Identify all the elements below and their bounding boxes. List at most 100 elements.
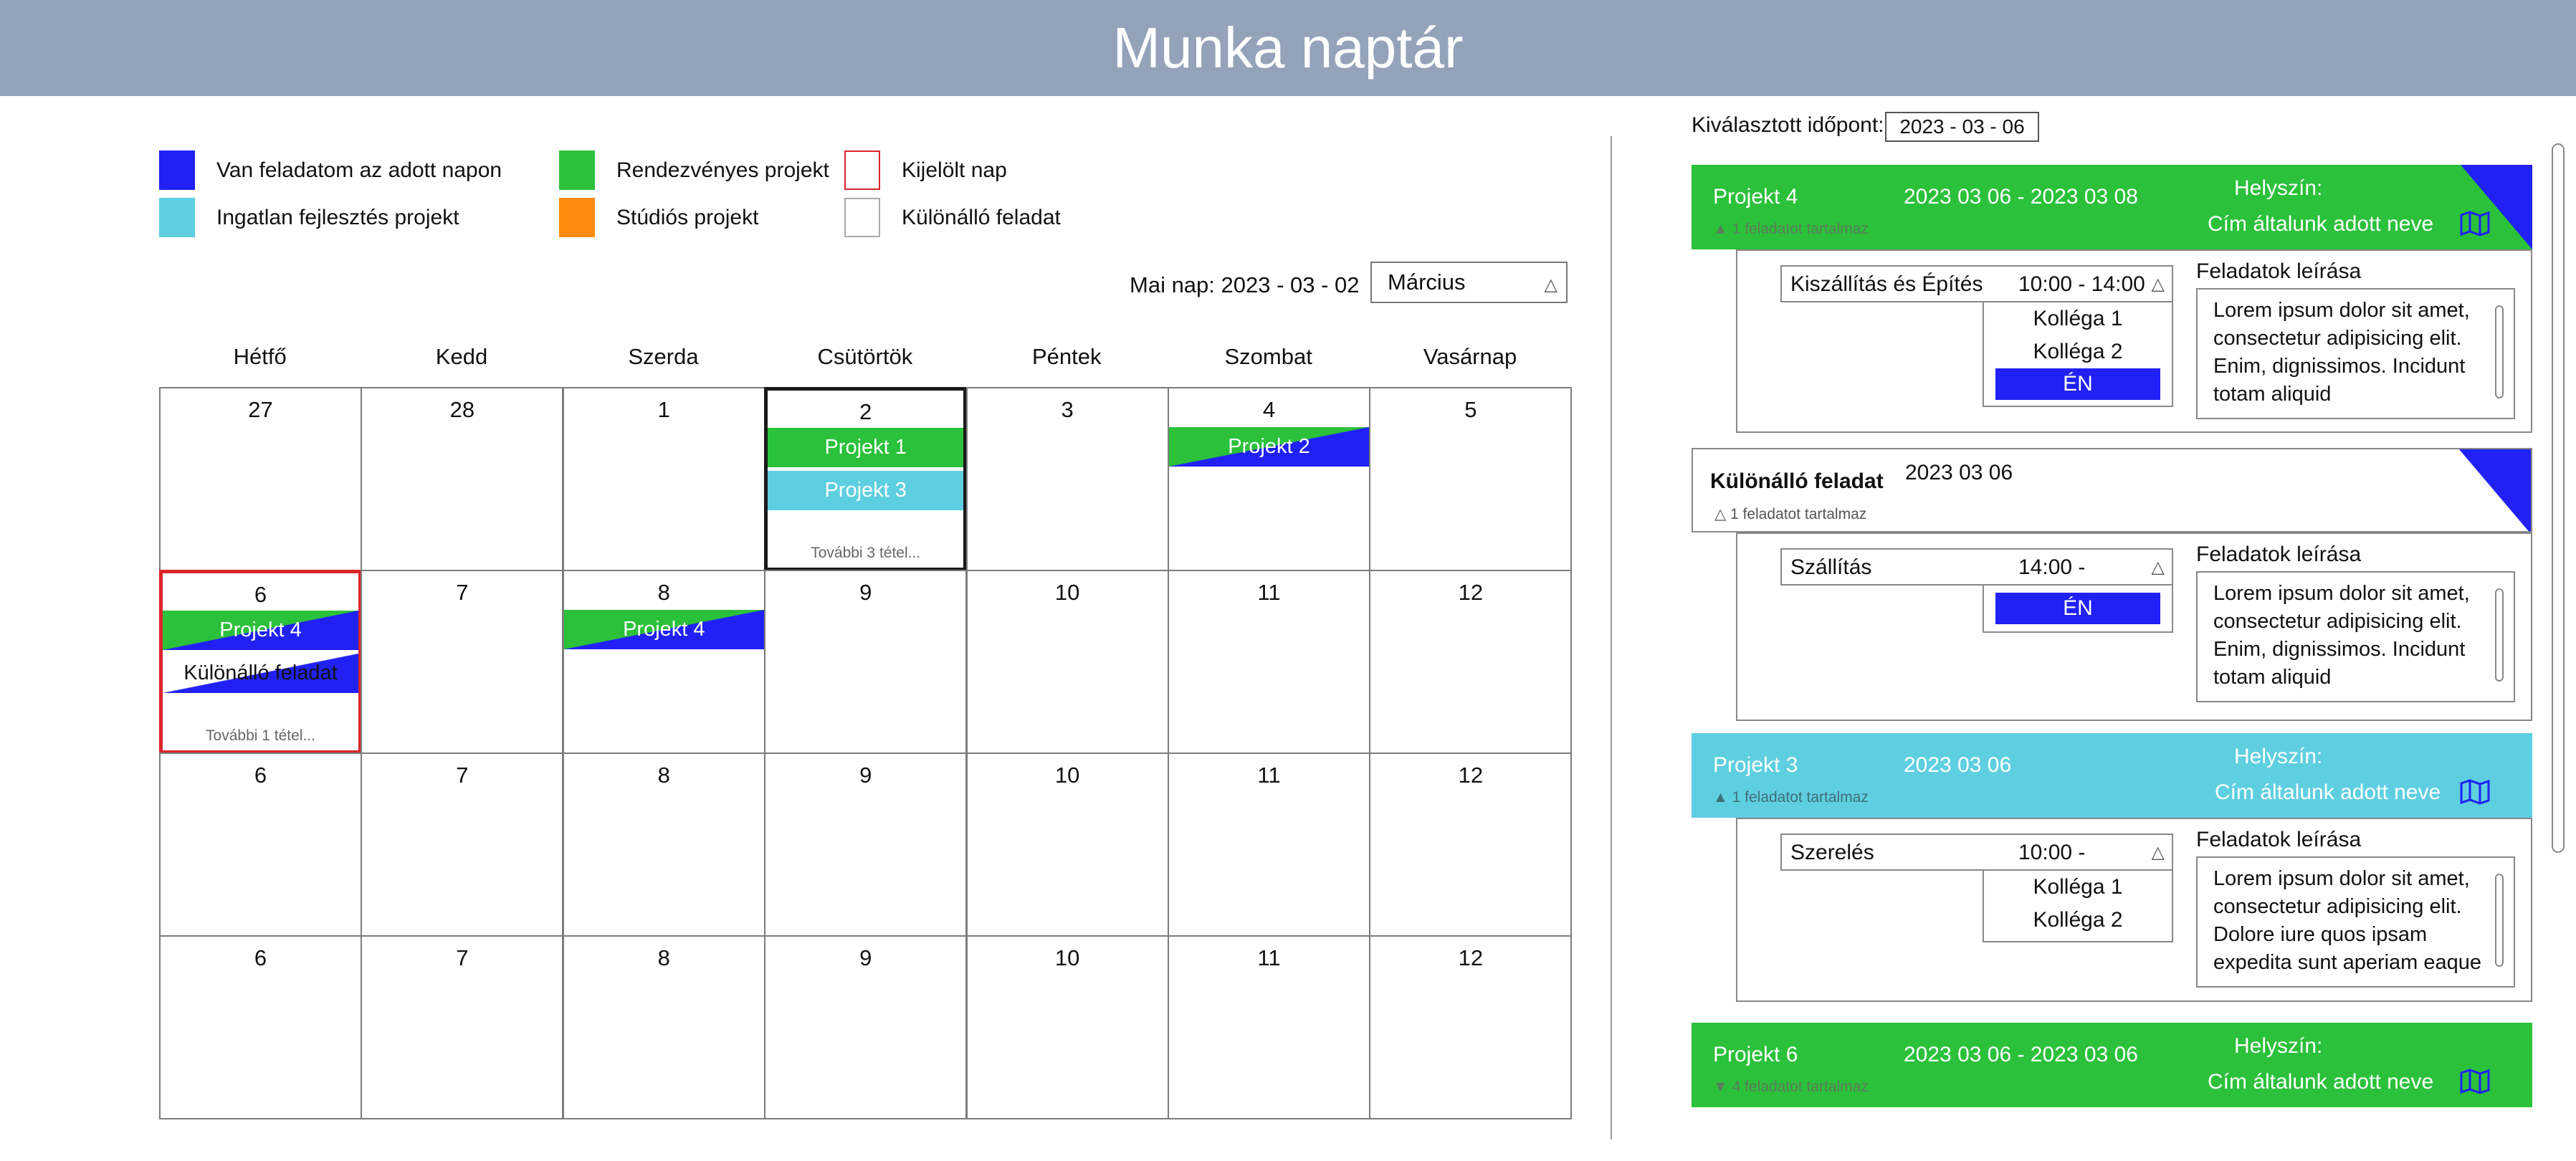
task-dropdown[interactable]: Szerelés 10:00 - △	[1780, 833, 2173, 871]
separate-task-card[interactable]: Különálló feladat 2023 03 06 △ 1 feladat…	[1692, 448, 2532, 532]
description-box[interactable]: Lorem ipsum dolor sit amet, consectetur …	[2196, 856, 2515, 988]
calendar-day-cell[interactable]: 4 Projekt 2	[1168, 387, 1370, 571]
card-location-label: Helyszín:	[2234, 176, 2323, 200]
description-scrollbar[interactable]	[2495, 874, 2504, 967]
task-dropdown[interactable]: Kiszállítás és Építés 10:00 - 14:00 △	[1780, 265, 2173, 302]
task-time: 10:00 - 14:00	[2018, 272, 2145, 296]
card-task-count[interactable]: ▲ 1 feladatot tartalmaz	[1713, 221, 1869, 238]
calendar-day-cell[interactable]: 7	[361, 570, 564, 754]
calendar-day-cell[interactable]: 9	[764, 752, 968, 937]
calendar-day-cell[interactable]: 2 Projekt 1 Projekt 3 További 3 tétel...	[764, 387, 968, 571]
more-items-link[interactable]: További 1 tétel...	[163, 727, 358, 745]
assignee-list: Kolléga 1 Kolléga 2	[1983, 871, 2173, 942]
legend-item-real-estate: Ingatlan fejlesztés projekt	[159, 198, 459, 237]
assignee: Kolléga 1	[2033, 875, 2123, 899]
calendar-day-cell[interactable]: 12	[1369, 570, 1573, 754]
selected-date-field[interactable]: 2023 - 03 - 06	[1885, 112, 2039, 142]
legend-swatch	[844, 150, 880, 190]
calendar-event[interactable]: Projekt 4	[163, 611, 358, 650]
project-card-projekt-6[interactable]: Projekt 6 2023 03 06 - 2023 03 06 Helysz…	[1692, 1023, 2532, 1107]
calendar-day-cell[interactable]: 1	[562, 387, 765, 571]
calendar-day-cell[interactable]: 5	[1369, 387, 1573, 571]
day-number: 12	[1458, 580, 1484, 605]
task-name: Szerelés	[1790, 841, 1874, 864]
description-box[interactable]: Lorem ipsum dolor sit amet, consectetur …	[2196, 571, 2515, 702]
description-scrollbar[interactable]	[2495, 588, 2504, 682]
card-name: Projekt 3	[1713, 753, 1798, 777]
calendar-event[interactable]: Projekt 1	[768, 428, 964, 467]
calendar-day-cell[interactable]: 10	[965, 935, 1169, 1119]
calendar-day-cell[interactable]: 11	[1168, 570, 1370, 754]
card-task-count[interactable]: ▼ 4 feladatot tartalmaz	[1713, 1079, 1869, 1096]
day-number: 9	[859, 580, 872, 605]
calendar-day-cell[interactable]: 28	[361, 387, 564, 571]
card-address: Cím általunk adott neve	[2208, 212, 2434, 236]
card-dates: 2023 03 06 - 2023 03 06	[1904, 1043, 2138, 1066]
description-scrollbar[interactable]	[2495, 305, 2504, 398]
legend-item-own-task: Van feladatom az adott napon	[159, 150, 502, 190]
legend-item-selected-day: Kijelölt nap	[844, 150, 1007, 190]
card-dates: 2023 03 06 - 2023 03 08	[1904, 185, 2138, 209]
card-task-count[interactable]: ▲ 1 feladatot tartalmaz	[1713, 789, 1869, 806]
calendar-day-cell[interactable]: 6 Projekt 4 Különálló feladat További 1 tét…	[159, 570, 362, 754]
project-card-projekt-4[interactable]: Projekt 4 2023 03 06 - 2023 03 08 Helysz…	[1692, 165, 2532, 249]
calendar-day-cell[interactable]: 9	[764, 570, 968, 754]
month-select[interactable]: Március △	[1370, 262, 1568, 303]
calendar-day-cell[interactable]: 6	[159, 752, 362, 937]
calendar-day-cell[interactable]: 7	[361, 935, 564, 1119]
task-dropdown[interactable]: Szállítás 14:00 - △	[1780, 548, 2173, 586]
legend-label: Kijelölt nap	[902, 158, 1007, 182]
triangle-up-icon: △	[1544, 275, 1557, 295]
project-card-projekt-3[interactable]: Projekt 3 2023 03 06 Helyszín: Cím által…	[1692, 733, 2532, 818]
map-icon[interactable]	[2460, 1069, 2490, 1094]
calendar-day-cell[interactable]: 8	[562, 935, 765, 1119]
calendar-event[interactable]: Projekt 3	[768, 471, 964, 510]
calendar-day-cell[interactable]: 8 Projekt 4	[562, 570, 765, 754]
day-number: 6	[254, 582, 267, 607]
map-icon[interactable]	[2460, 779, 2490, 805]
day-number: 9	[859, 945, 872, 970]
calendar-day-cell[interactable]: 3	[965, 387, 1169, 571]
day-number: 10	[1054, 580, 1080, 605]
calendar-day-cell[interactable]: 8	[562, 752, 765, 937]
calendar-day-cell[interactable]: 12	[1369, 935, 1573, 1119]
calendar-event[interactable]: Projekt 4	[563, 610, 764, 649]
description-text: Lorem ipsum dolor sit amet, consectetur …	[2213, 867, 2482, 974]
legend-item-separate-task: Különálló feladat	[844, 198, 1061, 237]
day-number: 6	[254, 945, 267, 970]
divider	[1611, 136, 1612, 1140]
calendar-day-cell[interactable]: 10	[965, 752, 1169, 937]
own-task-marker	[2459, 449, 2531, 531]
calendar-event[interactable]: Különálló feladat	[163, 654, 358, 693]
legend-swatch	[159, 198, 195, 237]
calendar-day-cell[interactable]: 27	[159, 387, 362, 571]
card-dates: 2023 03 06	[1904, 753, 2012, 777]
day-number: 11	[1257, 763, 1281, 788]
more-items-link[interactable]: További 3 tétel...	[768, 545, 963, 562]
calendar-day-cell[interactable]: 6	[159, 935, 362, 1119]
legend-swatch	[159, 150, 195, 190]
app-header: Munka naptár	[0, 0, 2576, 96]
legend-label: Ingatlan fejlesztés projekt	[216, 205, 459, 229]
panel-scrollbar[interactable]	[2552, 143, 2565, 853]
legend-label: Rendezvényes projekt	[616, 158, 829, 182]
calendar-day-cell[interactable]: 11	[1168, 935, 1370, 1119]
calendar-day-cell[interactable]: 7	[361, 752, 564, 937]
calendar-event[interactable]: Projekt 2	[1169, 427, 1369, 467]
legend-item-studio-project: Stúdiós projekt	[559, 198, 758, 237]
today-label: Mai nap: 2023 - 03 - 02	[1130, 272, 1360, 297]
legend-swatch	[559, 150, 595, 190]
calendar-day-cell[interactable]: 10	[965, 570, 1169, 754]
calendar-day-cell[interactable]: 11	[1168, 752, 1370, 937]
calendar-day-cell[interactable]: 12	[1369, 752, 1573, 937]
day-number: 2	[859, 399, 872, 424]
legend-item-event-project: Rendezvényes projekt	[559, 150, 829, 190]
card-task-count[interactable]: △ 1 feladatot tartalmaz	[1714, 505, 1866, 523]
calendar-day-cell[interactable]: 9	[764, 935, 968, 1119]
description-box[interactable]: Lorem ipsum dolor sit amet, consectetur …	[2196, 288, 2515, 419]
task-name: Kiszállítás és Építés	[1790, 272, 1983, 296]
month-value: Március	[1388, 269, 1466, 295]
day-number: 8	[657, 580, 670, 605]
description-text: Lorem ipsum dolor sit amet, consectetur …	[2213, 582, 2470, 689]
weekday-header: Hétfő Kedd Szerda Csütörtök Péntek Szomb…	[159, 344, 1571, 370]
